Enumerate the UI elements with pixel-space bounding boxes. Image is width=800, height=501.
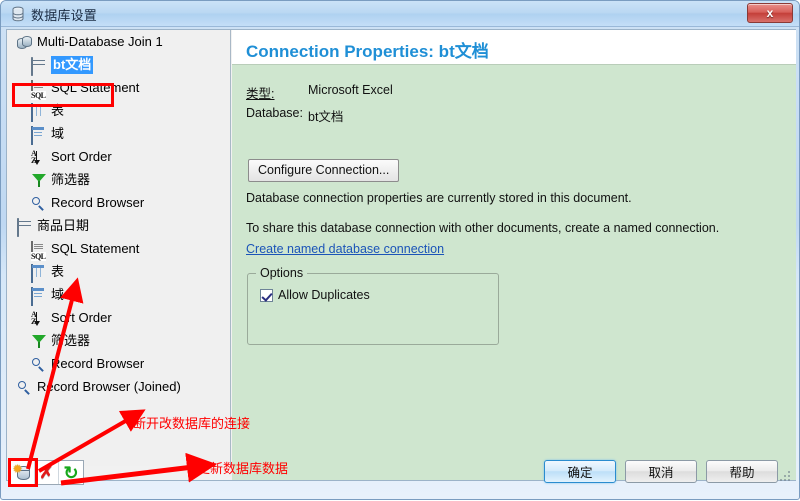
sort-order-icon: AZ bbox=[31, 310, 47, 326]
sql-icon bbox=[31, 240, 47, 260]
help-label: 帮助 bbox=[729, 466, 755, 480]
pane-header: Connection Properties: bt文档 bbox=[232, 30, 796, 65]
database-icon bbox=[17, 217, 33, 237]
configure-connection-label: Configure Connection... bbox=[258, 163, 390, 177]
refresh-database-button[interactable]: ↻ bbox=[59, 461, 83, 484]
red-x-icon: ✗ bbox=[39, 463, 54, 482]
search-icon bbox=[17, 379, 33, 395]
tree-item-label: Sort Order bbox=[51, 309, 112, 325]
dialog-client-area: Multi-Database Join 1 bt文档 SQL Statement… bbox=[6, 29, 796, 487]
tree-item-field-1[interactable]: 域 bbox=[11, 122, 227, 145]
tree-item-sql-statement-2[interactable]: SQL Statement bbox=[11, 237, 227, 260]
resize-grip[interactable] bbox=[780, 471, 791, 482]
database-tree[interactable]: Multi-Database Join 1 bt文档 SQL Statement… bbox=[11, 30, 227, 466]
table-icon bbox=[31, 102, 47, 122]
cancel-button[interactable]: 取消 bbox=[625, 460, 697, 483]
tree-item-record-browser-2[interactable]: Record Browser bbox=[11, 352, 227, 375]
delete-database-button[interactable]: ✗ bbox=[35, 461, 59, 484]
database-new-icon: ✹ bbox=[13, 463, 32, 481]
tree-item-label: 筛选器 bbox=[51, 171, 91, 187]
sidebar-toolbar: ✹ ✗ ↻ bbox=[10, 460, 84, 485]
filter-icon bbox=[31, 333, 47, 349]
tree-item-filter-1[interactable]: 筛选器 bbox=[11, 168, 227, 191]
window-title: 数据库设置 bbox=[31, 8, 98, 23]
tree-item-multi-database-join[interactable]: Multi-Database Join 1 bbox=[11, 30, 227, 53]
ok-button[interactable]: 确定 bbox=[544, 460, 616, 483]
database-label: Database: bbox=[246, 106, 303, 120]
page-title: Connection Properties: bt文档 bbox=[246, 42, 489, 61]
tree-item-label: Record Browser bbox=[51, 355, 145, 371]
tree-item-sql-statement-1[interactable]: SQL Statement bbox=[11, 76, 227, 99]
annotation-refresh-text: 更新数据库数据 bbox=[197, 461, 289, 476]
annotation-disconnect-text: 断开改数据库的连接 bbox=[133, 416, 251, 431]
tree-item-record-browser-1[interactable]: Record Browser bbox=[11, 191, 227, 214]
tree-item-label: 域 bbox=[51, 125, 65, 141]
configure-connection-button[interactable]: Configure Connection... bbox=[248, 159, 400, 182]
sort-order-icon: AZ bbox=[31, 149, 47, 165]
new-database-button[interactable]: ✹ bbox=[11, 461, 35, 484]
green-refresh-icon: ↻ bbox=[63, 462, 79, 483]
options-legend: Options bbox=[256, 266, 308, 280]
dialog-window: 数据库设置 x Multi-Database Join 1 bt文档 SQL S… bbox=[0, 0, 800, 500]
ok-label: 确定 bbox=[567, 466, 593, 480]
database-icon bbox=[10, 6, 26, 22]
description-line-1: Database connection properties are curre… bbox=[246, 191, 632, 205]
close-button[interactable]: x bbox=[747, 3, 793, 23]
create-named-connection-link[interactable]: Create named database connection bbox=[246, 242, 444, 256]
options-group-box: Options Allow Duplicates bbox=[247, 266, 499, 345]
database-icon bbox=[31, 56, 47, 76]
search-icon bbox=[31, 195, 47, 211]
sql-icon bbox=[31, 79, 47, 99]
tree-item-label: Multi-Database Join 1 bbox=[37, 33, 163, 49]
search-icon bbox=[31, 356, 47, 372]
tree-item-bt-document[interactable]: bt文档 bbox=[11, 53, 227, 76]
tree-item-label: 筛选器 bbox=[51, 332, 91, 348]
field-icon bbox=[31, 125, 47, 145]
tree-item-sort-order-2[interactable]: AZ Sort Order bbox=[11, 306, 227, 329]
filter-icon bbox=[31, 172, 47, 188]
tree-item-label: 商品日期 bbox=[37, 217, 90, 233]
tree-item-label: bt文档 bbox=[51, 55, 94, 74]
tree-item-sort-order-1[interactable]: AZ Sort Order bbox=[11, 145, 227, 168]
checkbox-checked-icon bbox=[260, 288, 273, 302]
tree-item-table-1[interactable]: 表 bbox=[11, 99, 227, 122]
tree-item-table-2[interactable]: 表 bbox=[11, 260, 227, 283]
tree-item-label: 表 bbox=[51, 263, 65, 279]
field-icon bbox=[31, 286, 47, 306]
type-value: Microsoft Excel bbox=[308, 83, 393, 97]
type-label: 类型: bbox=[246, 87, 275, 101]
allow-duplicates-label: Allow Duplicates bbox=[278, 288, 370, 302]
tree-item-label: 域 bbox=[51, 286, 65, 302]
tree-item-label: 表 bbox=[51, 102, 65, 118]
cancel-label: 取消 bbox=[648, 466, 674, 480]
title-bar: 数据库设置 x bbox=[1, 1, 799, 27]
sidebar: Multi-Database Join 1 bt文档 SQL Statement… bbox=[7, 30, 231, 487]
tree-item-record-browser-joined[interactable]: Record Browser (Joined) bbox=[11, 375, 227, 398]
tree-item-label: Sort Order bbox=[51, 148, 112, 164]
tree-item-label: SQL Statement bbox=[51, 240, 140, 256]
table-icon bbox=[31, 263, 47, 283]
help-button[interactable]: 帮助 bbox=[706, 460, 778, 483]
multi-database-icon bbox=[17, 34, 33, 50]
tree-item-filter-2[interactable]: 筛选器 bbox=[11, 329, 227, 352]
allow-duplicates-checkbox[interactable]: Allow Duplicates bbox=[260, 288, 370, 302]
tree-item-product-date[interactable]: 商品日期 bbox=[11, 214, 227, 237]
tree-item-field-2[interactable]: 域 bbox=[11, 283, 227, 306]
close-icon: x bbox=[766, 6, 774, 20]
tree-item-label: Record Browser (Joined) bbox=[37, 378, 181, 394]
tree-item-label: Record Browser bbox=[51, 194, 145, 210]
tree-item-label: SQL Statement bbox=[51, 79, 140, 95]
database-value: bt文档 bbox=[308, 110, 344, 124]
description-line-2: To share this database connection with o… bbox=[246, 221, 720, 235]
